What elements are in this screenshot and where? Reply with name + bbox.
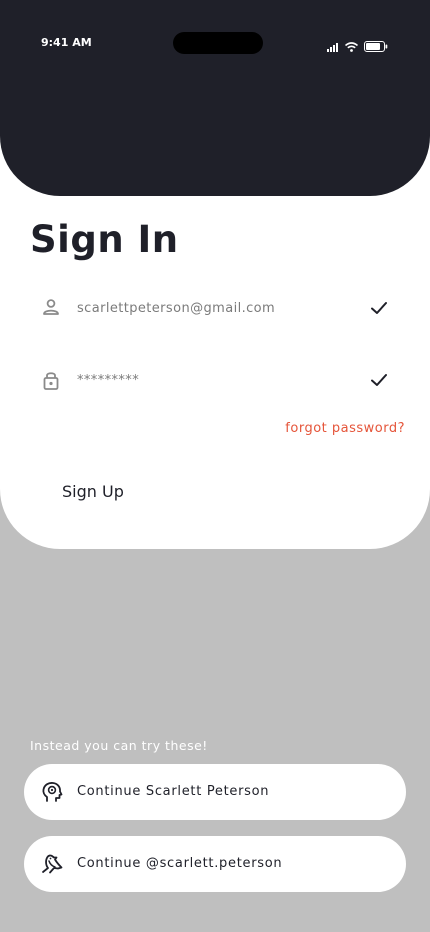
wifi-icon bbox=[344, 37, 359, 56]
sign-up-button[interactable]: Sign Up bbox=[62, 482, 124, 501]
user-icon bbox=[41, 297, 61, 321]
status-time: 9:41 AM bbox=[41, 36, 92, 49]
forgot-password-link[interactable]: forgot password? bbox=[285, 421, 405, 436]
continue-social-button[interactable]: Continue @scarlett.peterson bbox=[24, 836, 406, 892]
password-value: ********* bbox=[77, 373, 140, 388]
dynamic-island bbox=[173, 32, 263, 54]
email-field[interactable]: scarlettpeterson@gmail.com bbox=[30, 289, 400, 329]
password-field[interactable]: ********* bbox=[30, 361, 400, 401]
battery-icon bbox=[364, 37, 388, 56]
lock-icon bbox=[41, 369, 61, 395]
continue-profile-button[interactable]: Continue Scarlett Peterson bbox=[24, 764, 406, 820]
signal-icon bbox=[327, 37, 339, 56]
check-icon bbox=[370, 299, 388, 321]
bird-icon bbox=[41, 853, 63, 879]
head-icon bbox=[41, 781, 63, 807]
page-title: Sign In bbox=[30, 218, 179, 261]
check-icon bbox=[370, 371, 388, 393]
continue-profile-label: Continue Scarlett Peterson bbox=[77, 784, 270, 799]
status-icons bbox=[327, 37, 388, 56]
header-bar: 9:41 AM bbox=[0, 0, 430, 196]
email-value: scarlettpeterson@gmail.com bbox=[77, 301, 276, 316]
alternatives-heading: Instead you can try these! bbox=[30, 738, 208, 753]
continue-social-label: Continue @scarlett.peterson bbox=[77, 856, 283, 871]
